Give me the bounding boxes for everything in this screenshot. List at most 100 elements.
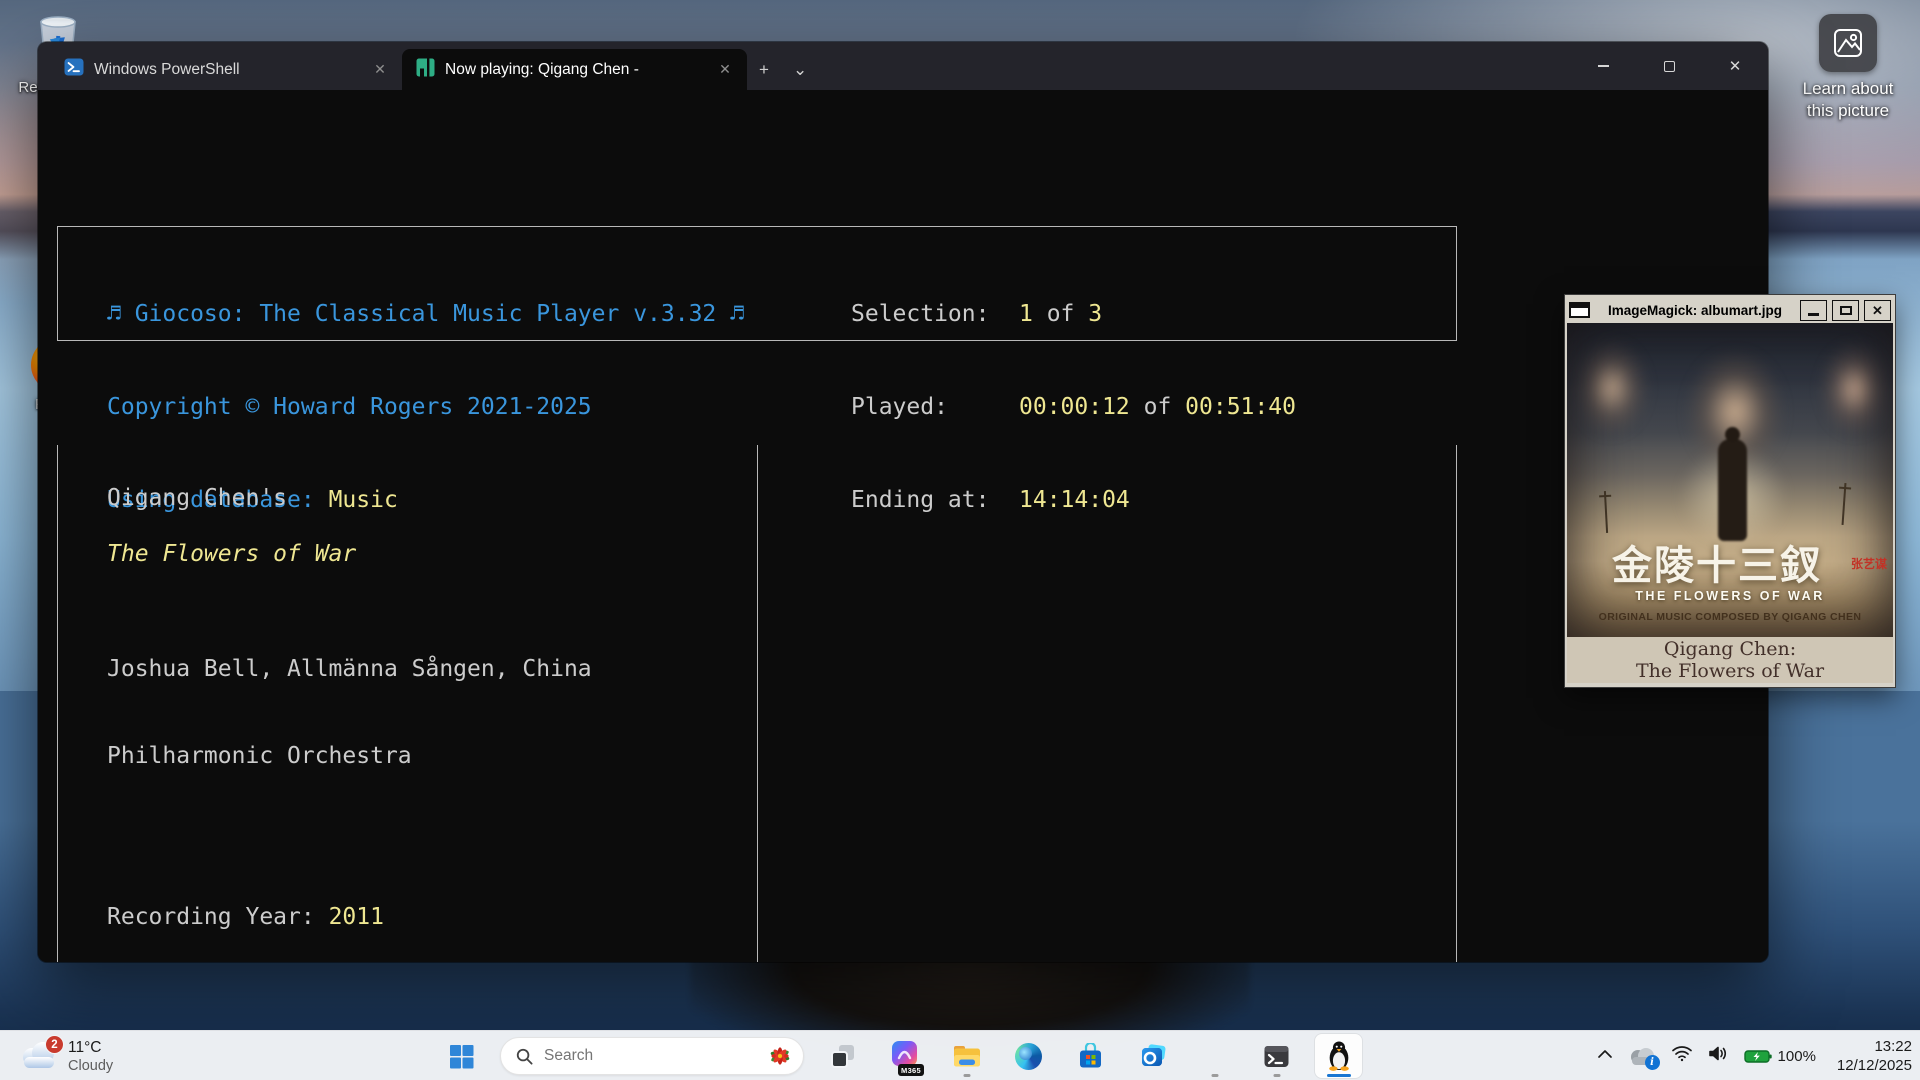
onedrive-info-badge: i bbox=[1645, 1055, 1660, 1070]
close-icon: ✕ bbox=[1729, 57, 1742, 75]
close-button[interactable]: ✕ bbox=[1702, 42, 1768, 90]
minimize-icon bbox=[1598, 65, 1609, 67]
app-title: ♬ Giocoso: The Classical Music Player v.… bbox=[107, 301, 744, 327]
taskbar-clock[interactable]: 13:22 12/12/2025 bbox=[1831, 1037, 1912, 1075]
album-composer-credit: ORIGINAL MUSIC COMPOSED BY QIGANG CHEN bbox=[1567, 611, 1893, 623]
im-maximize-button[interactable] bbox=[1832, 300, 1859, 321]
panel-divider bbox=[757, 445, 758, 962]
tux-penguin-icon bbox=[1325, 1041, 1353, 1071]
onedrive-icon[interactable]: i bbox=[1628, 1046, 1656, 1066]
microsoft-store-icon bbox=[1077, 1043, 1104, 1070]
album-chinese-title: 金陵十三釵 bbox=[1567, 533, 1867, 591]
linux-app-button[interactable] bbox=[1315, 1034, 1362, 1078]
album-caption: Qigang Chen: The Flowers of War bbox=[1567, 637, 1893, 683]
volume-icon[interactable] bbox=[1708, 1045, 1729, 1067]
clock-date: 12/12/2025 bbox=[1837, 1056, 1912, 1075]
powershell-icon bbox=[64, 57, 84, 82]
windows-logo-icon bbox=[449, 1044, 474, 1069]
tab-dropdown-chevron-icon[interactable]: ⌄ bbox=[781, 60, 819, 90]
terminal-tab-bar[interactable]: Windows PowerShell ✕ Now playing: Qigang… bbox=[38, 42, 1768, 90]
taskbar: 2 11°C Cloudy bbox=[0, 1030, 1920, 1080]
maximize-icon bbox=[1840, 306, 1852, 315]
start-button[interactable] bbox=[438, 1034, 485, 1078]
poinsettia-icon bbox=[767, 1043, 793, 1069]
tab-now-playing[interactable]: Now playing: Qigang Chen - ✕ bbox=[402, 49, 747, 90]
window-menu-icon[interactable] bbox=[1569, 302, 1590, 318]
copilot-icon bbox=[891, 1040, 918, 1067]
spotlight-label-line2: this picture bbox=[1793, 100, 1903, 122]
imagemagick-titlebar[interactable]: ImageMagick: albumart.jpg ✕ bbox=[1567, 297, 1893, 323]
album-caption-line2: The Flowers of War bbox=[1567, 660, 1893, 682]
imagemagick-window: ImageMagick: albumart.jpg ✕ 金陵十三釵 张艺谋 TH… bbox=[1564, 294, 1896, 688]
task-view-icon bbox=[830, 1043, 856, 1069]
search-input[interactable] bbox=[544, 1047, 757, 1065]
m365-badge: M365 bbox=[898, 1064, 924, 1076]
minimize-button[interactable] bbox=[1570, 42, 1636, 90]
edge-button[interactable] bbox=[1005, 1034, 1052, 1078]
clock-time: 13:22 bbox=[1837, 1037, 1912, 1056]
im-close-button[interactable]: ✕ bbox=[1864, 300, 1891, 321]
running-indicator bbox=[1211, 1074, 1218, 1077]
running-indicator bbox=[1273, 1074, 1280, 1077]
now-playing-panel: Qigang Chen's The Flowers of War Joshua … bbox=[57, 445, 1457, 962]
work-title: The Flowers of War bbox=[107, 541, 356, 567]
album-director-credit: 张艺谋 bbox=[1851, 555, 1887, 572]
recording-year-row: Recording Year: 2011 bbox=[107, 903, 509, 932]
album-english-title: THE FLOWERS OF WAR bbox=[1567, 589, 1893, 603]
selection-value: 1 of 3 bbox=[1019, 299, 1296, 330]
active-running-indicator bbox=[1327, 1074, 1351, 1077]
imagemagick-title: ImageMagick: albumart.jpg bbox=[1595, 303, 1795, 318]
microsoft-store-button[interactable] bbox=[1067, 1034, 1114, 1078]
battery-status[interactable]: 100% bbox=[1744, 1048, 1816, 1065]
battery-percent: 100% bbox=[1778, 1048, 1816, 1065]
task-view-button[interactable] bbox=[819, 1034, 866, 1078]
file-explorer-button[interactable] bbox=[943, 1034, 990, 1078]
tab-title: Windows PowerShell bbox=[94, 61, 360, 79]
selection-label: Selection: bbox=[851, 299, 1017, 330]
window-controls: ✕ bbox=[1570, 42, 1768, 90]
terminal-icon bbox=[1263, 1043, 1290, 1070]
wifi-icon[interactable] bbox=[1671, 1045, 1693, 1067]
performers-line1: Joshua Bell, Allmänna Sången, China bbox=[107, 655, 592, 684]
terminal-content[interactable]: ♬ Giocoso: The Classical Music Player v.… bbox=[38, 90, 1768, 962]
spotlight-label-line1: Learn about bbox=[1793, 78, 1903, 100]
file-explorer-icon bbox=[953, 1043, 981, 1069]
terminal-window: Windows PowerShell ✕ Now playing: Qigang… bbox=[38, 42, 1768, 962]
maximize-button[interactable] bbox=[1636, 42, 1702, 90]
taskbar-search-box[interactable] bbox=[500, 1037, 804, 1075]
played-value: 00:00:12 of 00:51:40 bbox=[1019, 392, 1296, 423]
desktop-icon-spotlight[interactable]: Learn about this picture bbox=[1793, 14, 1903, 122]
running-indicator bbox=[963, 1074, 970, 1077]
giocoso-header-panel: ♬ Giocoso: The Classical Music Player v.… bbox=[57, 226, 1457, 341]
weather-temperature: 11°C bbox=[68, 1038, 113, 1057]
picture-icon bbox=[1819, 14, 1877, 72]
composer-name: Qigang Chen's bbox=[107, 485, 287, 511]
copyright-line: Copyright © Howard Rogers 2021-2025 bbox=[107, 394, 592, 420]
im-minimize-button[interactable] bbox=[1800, 300, 1827, 321]
desktop: Recycle Bin Firefox Learn about this pic… bbox=[0, 0, 1920, 1080]
minimize-icon bbox=[1808, 313, 1819, 316]
maximize-icon bbox=[1664, 61, 1675, 72]
outlook-button[interactable] bbox=[1129, 1034, 1176, 1078]
windows-terminal-button[interactable] bbox=[1253, 1034, 1300, 1078]
tab-windows-powershell[interactable]: Windows PowerShell ✕ bbox=[50, 49, 402, 90]
tab-title: Now playing: Qigang Chen - bbox=[445, 61, 705, 79]
weather-alert-badge: 2 bbox=[45, 1035, 64, 1054]
tab-close-icon[interactable]: ✕ bbox=[370, 61, 390, 78]
outlook-icon bbox=[1139, 1043, 1167, 1069]
search-icon bbox=[515, 1047, 534, 1066]
copilot-m365-button[interactable]: M365 bbox=[881, 1034, 928, 1078]
tray-chevron-up-icon[interactable] bbox=[1597, 1047, 1613, 1065]
giocoso-app-icon bbox=[416, 58, 435, 82]
battery-icon bbox=[1744, 1049, 1772, 1064]
new-tab-icon[interactable]: + bbox=[747, 60, 781, 90]
tab-close-icon[interactable]: ✕ bbox=[715, 61, 735, 78]
firefox-button[interactable] bbox=[1191, 1034, 1238, 1078]
performers-line2: Philharmonic Orchestra bbox=[107, 742, 592, 771]
weather-condition: Cloudy bbox=[68, 1057, 113, 1075]
played-label: Played: bbox=[851, 392, 1017, 423]
close-icon: ✕ bbox=[1872, 304, 1883, 317]
album-art: 金陵十三釵 张艺谋 THE FLOWERS OF WAR ORIGINAL MU… bbox=[1567, 323, 1893, 637]
firefox-icon bbox=[1201, 1043, 1228, 1070]
weather-widget[interactable]: 2 11°C Cloudy bbox=[10, 1033, 121, 1079]
